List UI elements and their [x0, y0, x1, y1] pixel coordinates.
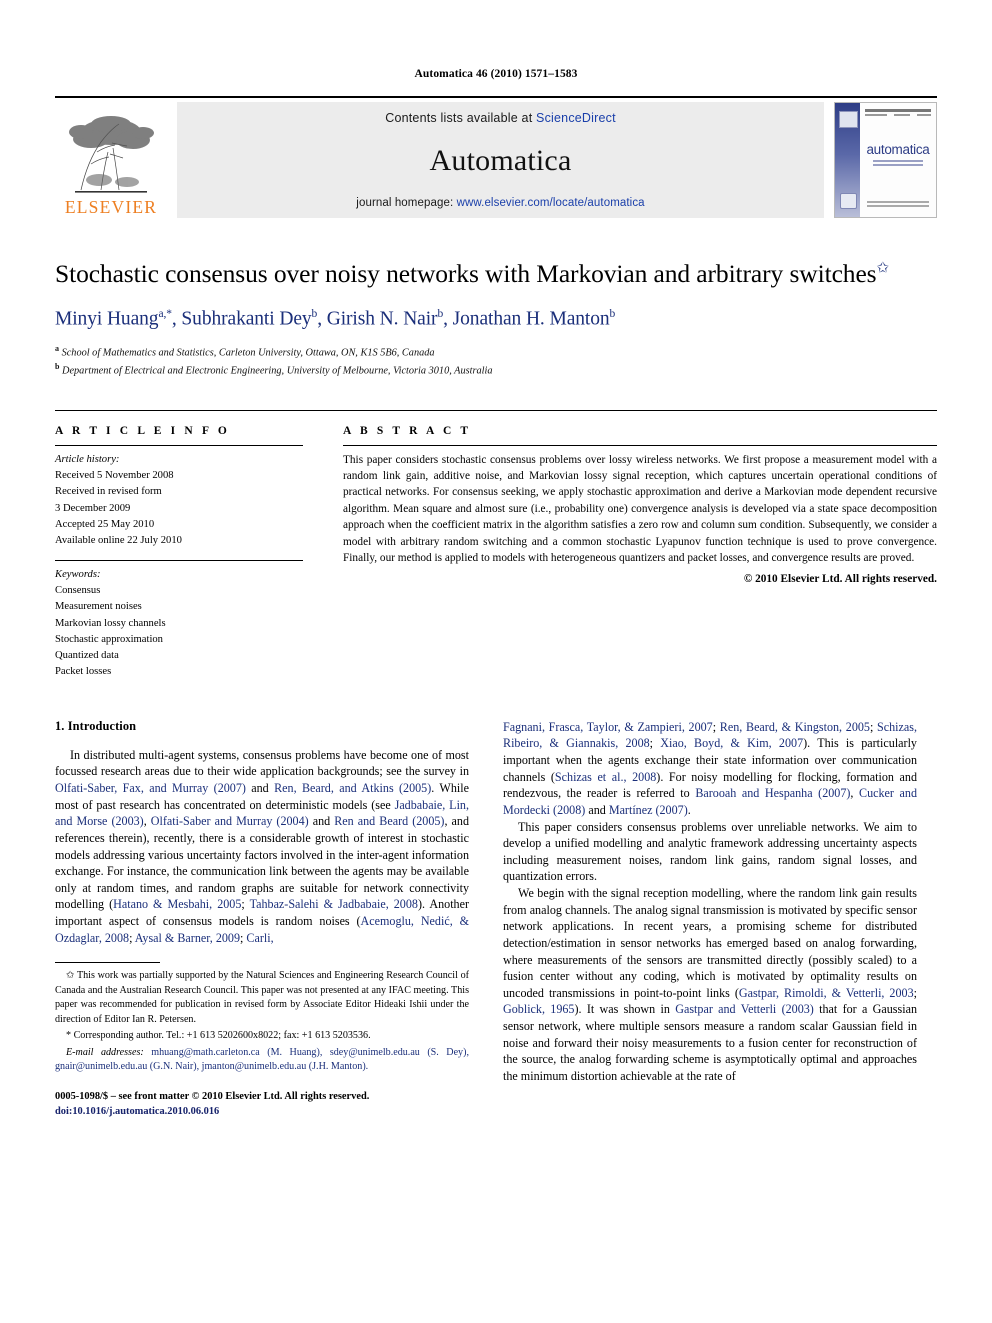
- affiliation-a-text: School of Mathematics and Statistics, Ca…: [61, 347, 435, 359]
- contents-line: Contents lists available at ScienceDirec…: [385, 111, 616, 125]
- elsevier-wordmark: ELSEVIER: [64, 196, 158, 217]
- journal-homepage-line: journal homepage: www.elsevier.com/locat…: [356, 197, 644, 209]
- footnote-funding: ✩ This work was partially supported by t…: [55, 970, 469, 1025]
- cover-subtitle-lines: [865, 160, 931, 166]
- citation-link[interactable]: Schizas et al., 2008: [555, 770, 656, 784]
- abstract-copyright: © 2010 Elsevier Ltd. All rights reserved…: [743, 573, 937, 586]
- keywords-group: Keywords: Consensus Measurement noises M…: [55, 561, 303, 681]
- affiliation-a: a School of Mathematics and Statistics, …: [55, 343, 435, 359]
- article-history-label: Article history:: [55, 453, 120, 465]
- citation-link[interactable]: Gastpar and Vetterli (2003): [675, 1002, 814, 1016]
- affiliation-b: b Department of Electrical and Electroni…: [55, 362, 493, 377]
- email-addresses-label: E-mail addresses:: [66, 1046, 144, 1058]
- article-info-heading: A R T I C L E I N F O: [55, 424, 230, 437]
- citation-link[interactable]: Fagnani, Frasca, Taylor, & Zampieri, 200…: [503, 720, 713, 734]
- running-head: Automatica 46 (2010) 1571–1583: [414, 68, 578, 80]
- journal-masthead: ELSEVIER Contents lists available at Sci…: [55, 96, 937, 218]
- citation-link[interactable]: Ren, Beard, and Atkins (2005): [274, 781, 431, 795]
- keyword-item: Packet losses: [55, 666, 112, 678]
- keywords-label: Keywords:: [55, 568, 101, 580]
- footnote-separator: [55, 962, 160, 964]
- abstract-column: A B S T R A C T This paper considers sto…: [303, 411, 937, 681]
- abstract-text: This paper considers stochastic consensu…: [343, 453, 937, 564]
- article-history-group: Article history: Received 5 November 200…: [55, 446, 303, 550]
- keyword-item: Consensus: [55, 584, 101, 596]
- article-title-text: Stochastic consensus over noisy networks…: [55, 259, 877, 288]
- article-title: Stochastic consensus over noisy networks…: [55, 258, 937, 289]
- citation-link[interactable]: Barooah and Hespanha (2007): [695, 786, 850, 800]
- abstract-heading: A B S T R A C T: [343, 424, 472, 437]
- title-block: Stochastic consensus over noisy networks…: [55, 258, 937, 380]
- paragraph: Fagnani, Frasca, Taylor, & Zampieri, 200…: [503, 719, 918, 817]
- elsevier-logo: ELSEVIER: [55, 102, 167, 218]
- cover-bottom-lines: [865, 199, 931, 209]
- keyword-item: Measurement noises: [55, 601, 142, 613]
- citation-link[interactable]: Olfati-Saber, Fax, and Murray (2007): [55, 781, 246, 795]
- ifac-logo-icon: [840, 193, 857, 209]
- journal-article-page: Automatica 46 (2010) 1571–1583 ELSEVIER …: [0, 0, 992, 1323]
- paragraph: This paper considers consensus problems …: [503, 819, 917, 884]
- journal-title: Automatica: [429, 144, 572, 177]
- history-line: Accepted 25 May 2010: [55, 518, 155, 530]
- contents-prefix: Contents lists available at: [385, 111, 537, 125]
- sciencedirect-banner: Contents lists available at ScienceDirec…: [177, 102, 824, 218]
- article-body: 1. Introduction In distributed multi-age…: [55, 719, 937, 1119]
- history-line: Received 5 November 2008: [55, 470, 174, 482]
- info-abstract-area: A R T I C L E I N F O Article history: R…: [55, 409, 937, 681]
- cover-meta-row: [865, 114, 931, 116]
- paragraph: In distributed multi-agent systems, cons…: [55, 747, 470, 945]
- keyword-item: Stochastic approximation: [55, 633, 163, 645]
- history-line: Available online 22 July 2010: [55, 535, 182, 547]
- cover-top-rule: [865, 109, 931, 112]
- front-matter-block: 0005-1098/$ – see front matter © 2010 El…: [55, 1089, 469, 1119]
- citation-link[interactable]: Olfati-Saber and Murray (2004): [151, 814, 309, 828]
- citation-link[interactable]: Gastpar, Rimoldi, & Vetterli, 2003: [739, 986, 914, 1000]
- citation-link[interactable]: Tahbaz-Salehi & Jadbabaie, 2008: [250, 897, 418, 911]
- journal-homepage-link[interactable]: www.elsevier.com/locate/automatica: [457, 197, 645, 209]
- journal-cover-thumbnail: automatica: [834, 102, 937, 218]
- cover-journal-word: automatica: [866, 142, 930, 157]
- citation-link[interactable]: Xiao, Boyd, & Kim, 2007: [660, 736, 803, 750]
- abstract-rule: [343, 444, 937, 446]
- doi-line[interactable]: doi:10.1016/j.automatica.2010.06.016: [55, 1104, 469, 1119]
- cover-badge-icon: [839, 111, 858, 128]
- homepage-prefix: journal homepage:: [356, 197, 457, 209]
- issn-front-matter: 0005-1098/$ – see front matter © 2010 El…: [55, 1091, 370, 1103]
- footnote-corresponding-author: * Corresponding author. Tel.: +1 613 520…: [66, 1030, 371, 1042]
- sciencedirect-link[interactable]: ScienceDirect: [536, 111, 616, 125]
- elsevier-tree-icon: [69, 115, 154, 193]
- keyword-item: Markovian lossy channels: [55, 617, 166, 629]
- citation-link[interactable]: Ren and Beard (2005): [334, 814, 444, 828]
- title-footnote-marker: ✩: [876, 260, 890, 277]
- section-heading-introduction: 1. Introduction: [55, 718, 137, 733]
- history-line: Received in revised form: [55, 486, 162, 498]
- affiliation-list: a School of Mathematics and Statistics, …: [55, 343, 937, 380]
- affiliation-b-text: Department of Electrical and Electronic …: [62, 365, 493, 377]
- footnote-emails: E-mail addresses: mhuang@math.carleton.c…: [55, 1046, 469, 1075]
- citation-link[interactable]: Aysal & Barner, 2009: [135, 931, 240, 945]
- citation-link[interactable]: Goblick, 1965: [503, 1002, 574, 1016]
- citation-link[interactable]: Martínez (2007): [609, 803, 688, 817]
- cover-body: automatica: [865, 109, 931, 211]
- citation-link[interactable]: Carli,: [246, 931, 273, 945]
- keyword-item: Quantized data: [55, 650, 119, 662]
- citation-link[interactable]: Hatano & Mesbahi, 2005: [113, 897, 241, 911]
- paragraph: We begin with the signal reception model…: [503, 886, 917, 1083]
- footnote-block: ✩ This work was partially supported by t…: [55, 969, 469, 1075]
- author-list: Minyi Huanga,*, Subhrakanti Deyb, Girish…: [55, 308, 616, 330]
- body-left-column: 1. Introduction In distributed multi-age…: [55, 719, 469, 1119]
- history-line: 3 December 2009: [55, 502, 131, 514]
- article-info-column: A R T I C L E I N F O Article history: R…: [55, 411, 303, 681]
- citation-link[interactable]: Ren, Beard, & Kingston, 2005: [720, 720, 870, 734]
- body-right-column: Fagnani, Frasca, Taylor, & Zampieri, 200…: [503, 719, 917, 1119]
